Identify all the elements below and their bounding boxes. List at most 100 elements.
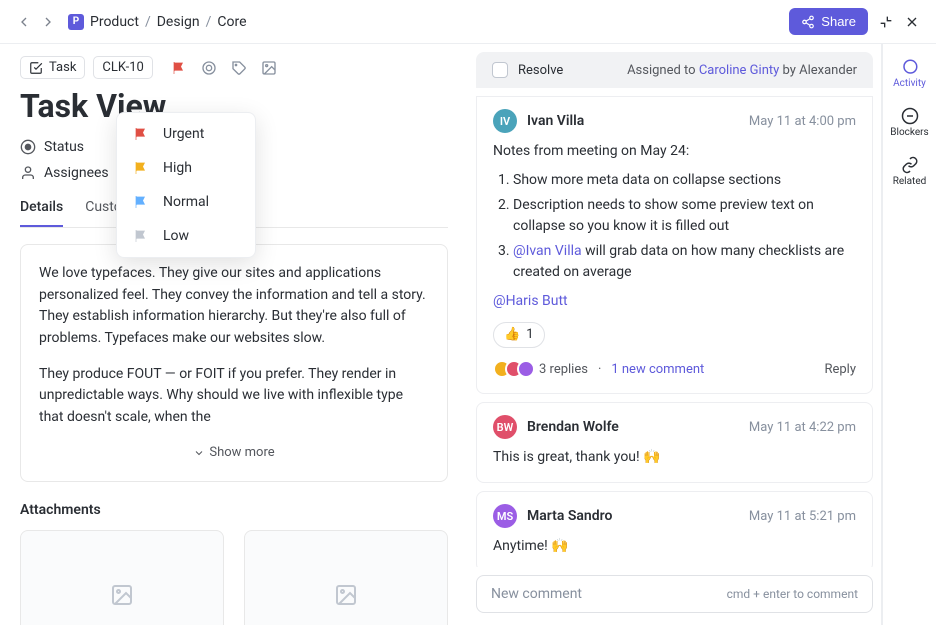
nav-forward-button[interactable]	[40, 14, 56, 30]
right-pane: Resolve Assigned to Caroline Ginty by Al…	[468, 44, 882, 625]
link-icon	[901, 156, 919, 174]
replies-count[interactable]: 3 replies	[539, 360, 588, 380]
rail-blockers[interactable]: Blockers	[883, 101, 936, 144]
resolve-checkbox[interactable]	[492, 62, 508, 78]
reaction-count: 1	[526, 325, 533, 345]
minimize-icon[interactable]	[878, 14, 894, 30]
description-p2: They produce FOUT — or FOIT if you prefe…	[39, 364, 429, 429]
code-chip-label: CLK-10	[102, 60, 143, 75]
priority-option-low[interactable]: Low	[117, 219, 255, 253]
priority-label: Normal	[163, 194, 209, 210]
rail-activity[interactable]: Activity	[883, 52, 936, 95]
tag-icon[interactable]	[231, 60, 247, 76]
image-placeholder-icon	[334, 583, 358, 607]
image-placeholder-icon	[110, 583, 134, 607]
thread-footer: 3 replies · 1 new comment Reply	[493, 360, 856, 380]
mention[interactable]: @Haris Butt	[493, 293, 568, 309]
comment: BW Brendan Wolfe May 11 at 4:22 pm This …	[476, 402, 873, 483]
comment-time: May 11 at 4:00 pm	[749, 114, 856, 129]
breadcrumb: P Product / Design / Core	[68, 14, 247, 30]
status-icon	[20, 139, 36, 155]
comment-author[interactable]: Ivan Villa	[527, 113, 584, 129]
show-more-label: Show more	[209, 443, 274, 463]
avatar: IV	[493, 109, 517, 133]
blocker-icon	[901, 107, 919, 125]
attachment-placeholder[interactable]	[244, 530, 448, 625]
share-icon	[801, 15, 815, 29]
crumb-sep: /	[145, 14, 151, 30]
chat-icon	[901, 58, 919, 76]
priority-option-normal[interactable]: Normal	[117, 185, 255, 219]
topbar: P Product / Design / Core Share	[0, 0, 936, 44]
attachments-title: Attachments	[20, 502, 448, 518]
priority-label: Urgent	[163, 126, 204, 142]
assignee-link[interactable]: Caroline Ginty	[699, 63, 779, 78]
mention[interactable]: @Ivan Villa	[513, 243, 582, 259]
priority-label: Low	[163, 228, 189, 244]
composer-placeholder: New comment	[491, 586, 582, 602]
task-icon	[29, 61, 43, 75]
share-button[interactable]: Share	[789, 8, 868, 35]
comment-body: Anytime! 🙌	[493, 536, 856, 557]
description-p1: We love typefaces. They give our sites a…	[39, 263, 429, 350]
rail-related[interactable]: Related	[883, 150, 936, 193]
priority-flag-icon[interactable]	[171, 60, 187, 76]
person-icon	[20, 165, 36, 181]
comment-time: May 11 at 4:22 pm	[749, 420, 856, 435]
reaction-chip[interactable]: 👍 1	[493, 322, 545, 348]
comment-body: This is great, thank you! 🙌	[493, 447, 856, 468]
thread-avatars	[493, 360, 529, 378]
resolve-label: Resolve	[518, 63, 563, 78]
crumb-sep: /	[206, 14, 212, 30]
task-chip[interactable]: Task	[20, 56, 85, 79]
flag-icon	[133, 228, 149, 244]
comment-author[interactable]: Marta Sandro	[527, 508, 612, 524]
crumb-core[interactable]: Core	[217, 14, 246, 30]
task-chip-label: Task	[49, 60, 76, 75]
toolbar: Task CLK-10	[20, 56, 448, 79]
comment-author[interactable]: Brendan Wolfe	[527, 419, 619, 435]
side-rail: Activity Blockers Related	[882, 44, 936, 625]
image-icon[interactable]	[261, 60, 277, 76]
show-more-button[interactable]: Show more	[39, 443, 429, 463]
attachments-grid	[20, 530, 448, 625]
reply-button[interactable]: Reply	[824, 360, 856, 380]
flag-icon	[133, 160, 149, 176]
tool-icons	[171, 60, 277, 76]
comment: IV Ivan Villa May 11 at 4:00 pm Notes fr…	[476, 96, 873, 394]
chevron-down-icon	[193, 447, 205, 459]
left-pane: Task CLK-10 Task View Status Assignees D…	[0, 44, 468, 625]
description-card: We love typefaces. They give our sites a…	[20, 244, 448, 482]
avatar: BW	[493, 415, 517, 439]
priority-label: High	[163, 160, 192, 176]
sprint-icon[interactable]	[201, 60, 217, 76]
resolve-assigned: Assigned to Caroline Ginty by Alexander	[627, 63, 857, 78]
topbar-right: Share	[789, 8, 920, 35]
crumb-design[interactable]: Design	[157, 14, 200, 30]
new-comment-input[interactable]: New comment cmd + enter to comment	[476, 575, 873, 613]
flag-icon	[133, 126, 149, 142]
main: Task CLK-10 Task View Status Assignees D…	[0, 44, 936, 625]
resolve-bar: Resolve Assigned to Caroline Ginty by Al…	[476, 52, 873, 88]
flag-icon	[133, 194, 149, 210]
reaction-emoji: 👍	[504, 325, 520, 345]
tab-details[interactable]: Details	[20, 199, 63, 227]
attachment-placeholder[interactable]	[20, 530, 224, 625]
avatar: MS	[493, 504, 517, 528]
list-item: Description needs to show some preview t…	[513, 195, 856, 237]
code-chip[interactable]: CLK-10	[93, 56, 152, 79]
list-item: Show more meta data on collapse sections	[513, 170, 856, 191]
comment: MS Marta Sandro May 11 at 5:21 pm Anytim…	[476, 491, 873, 567]
share-label: Share	[821, 14, 856, 29]
list-item: @Ivan Villa will grab data on how many c…	[513, 241, 856, 283]
close-icon[interactable]	[904, 14, 920, 30]
new-comment-indicator[interactable]: 1 new comment	[611, 360, 704, 380]
crumb-product[interactable]: Product	[90, 14, 139, 30]
priority-option-urgent[interactable]: Urgent	[117, 117, 255, 151]
nav-back-button[interactable]	[16, 14, 32, 30]
comment-time: May 11 at 5:21 pm	[749, 509, 856, 524]
project-badge[interactable]: P	[68, 14, 84, 30]
priority-option-high[interactable]: High	[117, 151, 255, 185]
priority-menu: Urgent High Normal Low	[116, 112, 256, 258]
status-label: Status	[44, 139, 84, 155]
